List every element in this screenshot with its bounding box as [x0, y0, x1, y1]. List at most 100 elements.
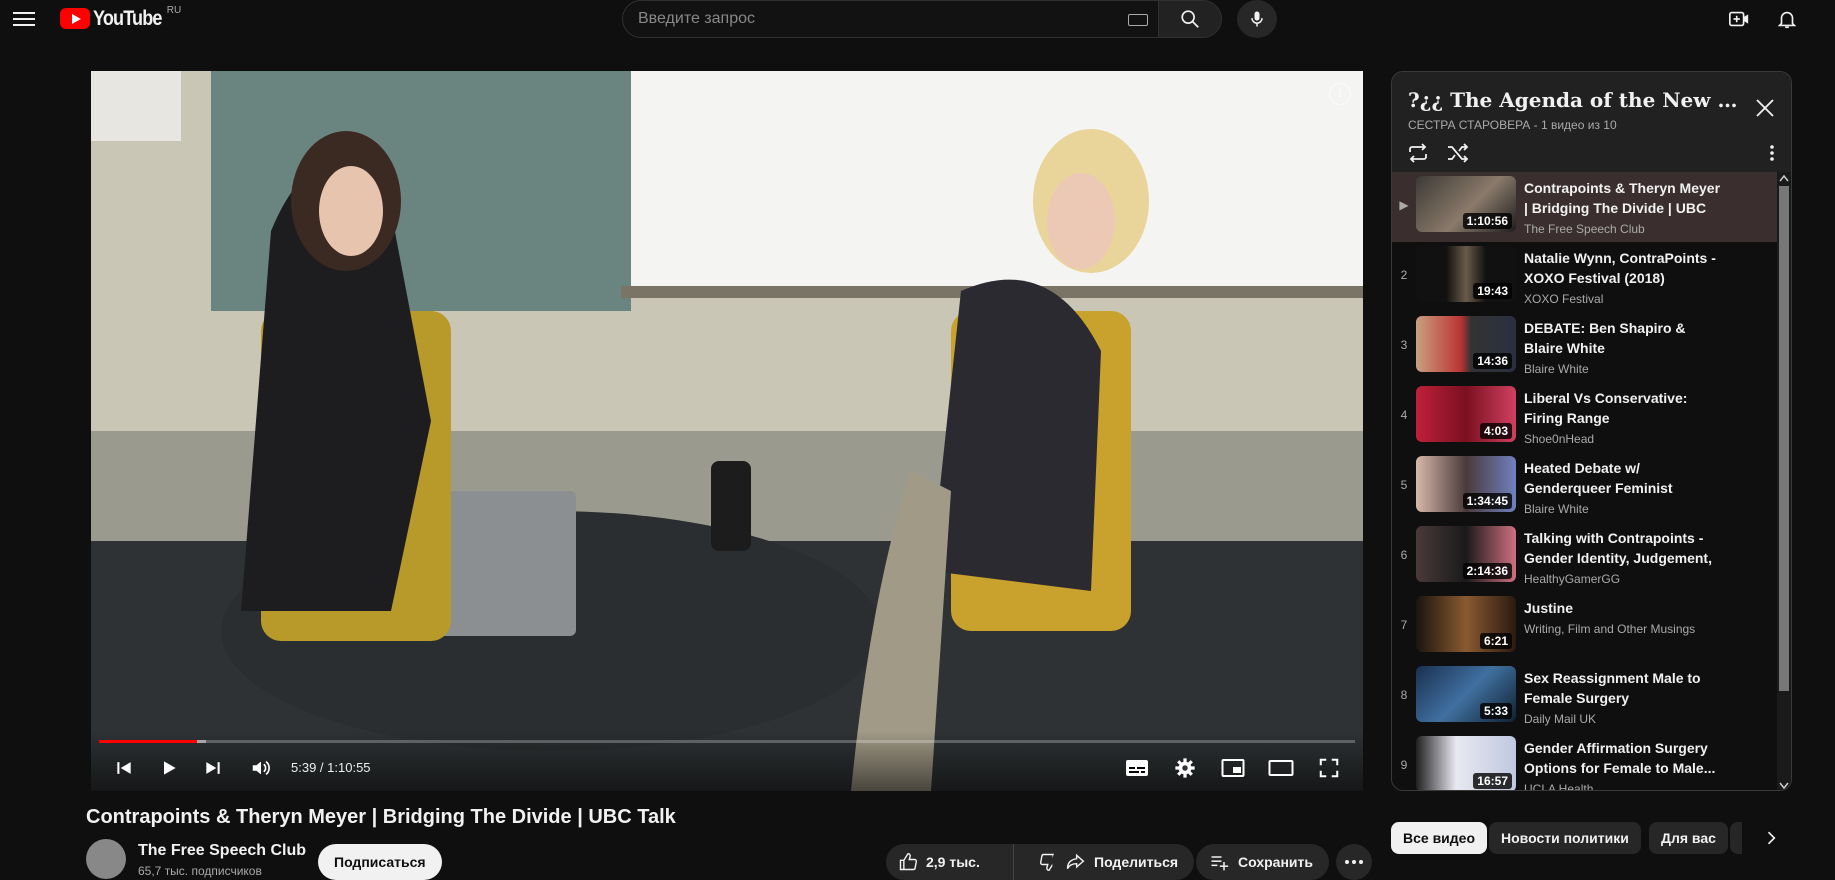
previous-icon [117, 762, 131, 774]
duration-badge: 16:57 [1473, 773, 1512, 789]
notifications-icon[interactable] [1775, 7, 1799, 31]
duration-badge: 1:10:56 [1462, 213, 1512, 229]
duration-badge: 5:33 [1479, 703, 1512, 719]
playlist-item[interactable]: 6 2:14:36 Talking with Contrapoints - Ge… [1392, 522, 1777, 592]
duration-badge: 2:14:36 [1462, 563, 1512, 579]
info-icon[interactable]: i [1329, 83, 1351, 105]
playlist-item-channel: UCLA Health [1524, 782, 1594, 791]
time-separator: / [316, 760, 328, 775]
subtitles-icon [1126, 760, 1148, 776]
player-controls: 5:39 / 1:10:55 [91, 731, 1363, 791]
playlist-item-channel: HealthyGamerGG [1524, 572, 1621, 586]
playlist-item-channel: XOXO Festival [1524, 292, 1604, 306]
share-icon [1066, 853, 1085, 870]
shuffle-icon[interactable] [1446, 142, 1470, 169]
save-playlist-icon [1211, 856, 1229, 871]
scrollbar-thumb[interactable] [1779, 186, 1789, 691]
close-icon[interactable] [1753, 96, 1777, 120]
progress-played [99, 740, 197, 743]
volume-button[interactable] [246, 755, 276, 781]
playlist-item-title: Contrapoints & Theryn Meyer | Bridging T… [1524, 180, 1721, 216]
scroll-down-icon[interactable] [1779, 782, 1789, 790]
country-code: RU [166, 5, 182, 16]
playlist-item-channel: Writing, Film and Other Musings [1524, 622, 1696, 636]
video-thumbnail: 6:21 [1416, 596, 1516, 652]
video-thumbnail: 16:57 [1416, 736, 1516, 790]
playlist-scrollbar[interactable] [1777, 172, 1791, 790]
playlist-item-channel: Blaire White [1524, 502, 1589, 516]
channel-name[interactable]: The Free Speech Club [138, 842, 306, 860]
playlist-item[interactable]: 2 19:43 Natalie Wynn, ContraPoints - XOX… [1392, 242, 1777, 312]
search-icon [1181, 10, 1199, 28]
top-bar: YouTube RU [0, 0, 1835, 38]
duration-badge: 19:43 [1473, 283, 1512, 299]
video-frame [91, 71, 1363, 791]
search-button[interactable] [1159, 0, 1222, 38]
progress-bar[interactable] [99, 740, 1355, 743]
time-total: 1:10:55 [327, 760, 371, 775]
playlist-item[interactable]: 4 4:03 Liberal Vs Conservative: Firing R… [1392, 382, 1777, 452]
next-icon [206, 762, 220, 774]
subtitles-button[interactable] [1122, 755, 1152, 781]
video-thumbnail: 5:33 [1416, 666, 1516, 722]
playlist-panel: ?¿¿ The Agenda of the New Right... СЕСТР… [1391, 71, 1792, 791]
video-thumbnail: 14:36 [1416, 316, 1516, 372]
theater-mode-button[interactable] [1266, 755, 1296, 781]
playlist-item[interactable]: 3 14:36 DEBATE: Ben Shapiro & Blaire Whi… [1392, 312, 1777, 382]
chip-for-you[interactable]: Для вас [1649, 822, 1728, 854]
playlist-item-index: 6 [1400, 548, 1408, 562]
subscriber-count: 65,7 тыс. подписчиков [138, 864, 262, 878]
playlist-item[interactable]: 9 16:57 Gender Affirmation Surgery Optio… [1392, 732, 1777, 791]
chip-politics-news[interactable]: Новости политики [1489, 822, 1641, 854]
miniplayer-icon [1221, 759, 1245, 777]
playlist-owner[interactable]: СЕСТРА СТАРОВЕРА [1408, 118, 1530, 132]
playlist-header: ?¿¿ The Agenda of the New Right... СЕСТР… [1392, 72, 1791, 172]
playlist-item-index: 2 [1400, 268, 1408, 282]
playlist-item-title: Talking with Contrapoints - Gender Ident… [1524, 530, 1712, 566]
menu-icon[interactable] [12, 8, 36, 30]
duration-badge: 1:34:45 [1462, 493, 1512, 509]
playlist-item-channel: Shoe0nHead [1524, 432, 1595, 446]
more-horizontal-icon [1345, 860, 1363, 864]
youtube-logo[interactable]: YouTube RU [60, 5, 182, 30]
channel-avatar[interactable] [86, 839, 126, 879]
fullscreen-icon [1319, 758, 1339, 778]
playlist-item[interactable]: ▶ 1:10:56 Contrapoints & Theryn Meyer | … [1392, 172, 1777, 242]
create-video-icon[interactable] [1727, 7, 1751, 31]
playlist-item-index: 8 [1400, 688, 1408, 702]
search-input[interactable] [638, 1, 1038, 37]
loop-icon[interactable] [1406, 142, 1430, 169]
previous-button[interactable] [109, 755, 139, 781]
playlist-item-index: 5 [1400, 478, 1408, 492]
fullscreen-button[interactable] [1314, 755, 1344, 781]
playlist-item-channel: Blaire White [1524, 362, 1589, 376]
next-button[interactable] [198, 755, 228, 781]
playlist-item-title: Natalie Wynn, ContraPoints - XOXO Festiv… [1524, 250, 1716, 286]
playlist-item-index: 7 [1400, 618, 1408, 632]
video-title: Contrapoints & Theryn Meyer | Bridging T… [86, 806, 676, 828]
chevron-right-icon[interactable] [1761, 828, 1781, 853]
video-player[interactable]: i 5:39 / 1:10:55 [91, 71, 1363, 791]
microphone-icon [1251, 11, 1263, 27]
playlist-item-title: Liberal Vs Conservative: Firing Range [1524, 390, 1688, 426]
keyboard-icon[interactable] [1128, 14, 1148, 26]
voice-search-button[interactable] [1237, 0, 1277, 38]
chip-all-videos[interactable]: Все видео [1391, 822, 1488, 854]
more-vertical-icon[interactable] [1769, 144, 1775, 167]
playlist-title[interactable]: ?¿¿ The Agenda of the New Right... [1408, 88, 1738, 112]
playlist-item-title: Justine [1524, 600, 1574, 616]
gear-icon [1175, 758, 1195, 778]
like-count: 2,9 тыс. [926, 854, 980, 870]
play-button[interactable] [154, 755, 184, 781]
logo-text: YouTube [93, 7, 162, 30]
miniplayer-button[interactable] [1218, 755, 1248, 781]
playlist-item[interactable]: 8 5:33 Sex Reassignment Male to Female S… [1392, 662, 1777, 732]
playlist-item-channel: Daily Mail UK [1524, 712, 1597, 726]
video-thumbnail: 19:43 [1416, 246, 1516, 302]
settings-button[interactable] [1170, 755, 1200, 781]
playlist-item[interactable]: 7 6:21 Justine Writing, Film and Other M… [1392, 592, 1777, 662]
playlist-position: 1 видео из 10 [1540, 118, 1617, 132]
scroll-up-icon[interactable] [1779, 174, 1789, 182]
volume-icon [252, 760, 270, 776]
playlist-item[interactable]: 5 1:34:45 Heated Debate w/ Genderqueer F… [1392, 452, 1777, 522]
